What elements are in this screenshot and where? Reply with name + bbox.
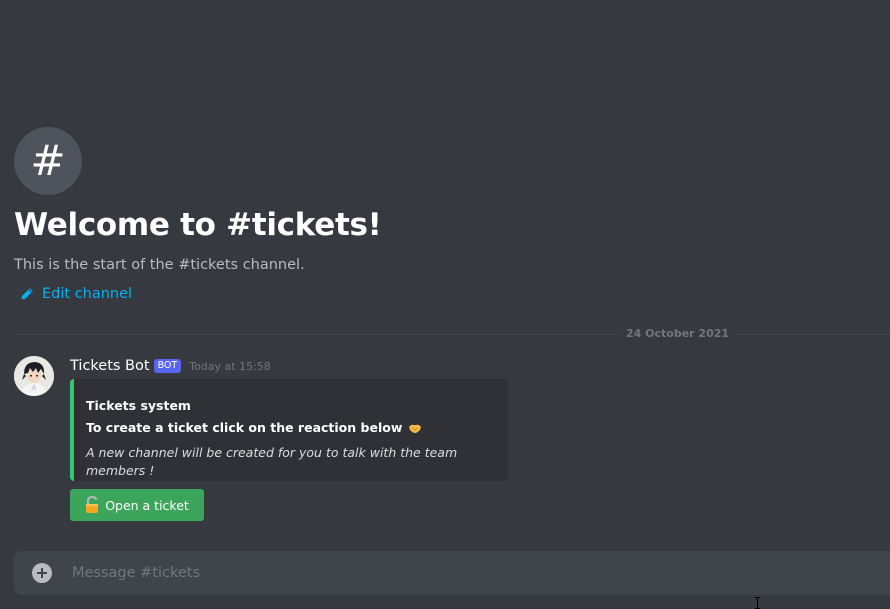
message-timestamp: Today at 15:58 xyxy=(189,359,271,373)
date-divider-label: 24 October 2021 xyxy=(620,327,736,341)
open-ticket-button[interactable]: Open a ticket xyxy=(70,489,204,521)
welcome-subtitle: This is the start of the #tickets channe… xyxy=(14,257,305,273)
date-divider xyxy=(14,334,890,335)
edit-channel-link[interactable]: Edit channel xyxy=(20,284,132,304)
welcome-title: Welcome to #tickets! xyxy=(14,207,382,243)
message-composer xyxy=(14,551,890,595)
channel-welcome: # Welcome to #tickets! This is the start… xyxy=(14,127,874,275)
hash-icon: # xyxy=(14,127,82,195)
mouse-text-cursor xyxy=(755,597,760,609)
message-embed: Tickets system To create a ticket click … xyxy=(70,379,508,481)
message-header: Tickets Bot BOT Today at 15:58 xyxy=(70,356,271,376)
embed-instruction-text: To create a ticket click on the reaction… xyxy=(86,420,403,435)
unlock-icon xyxy=(86,496,99,513)
username[interactable]: Tickets Bot xyxy=(70,358,150,374)
attach-plus-icon[interactable] xyxy=(32,563,52,583)
embed-instruction: To create a ticket click on the reaction… xyxy=(86,419,496,437)
embed-description: A new channel will be created for you to… xyxy=(86,445,458,478)
handshake-emoji-icon xyxy=(408,422,422,434)
avatar[interactable] xyxy=(14,356,54,396)
message-input[interactable] xyxy=(70,564,890,582)
pencil-icon xyxy=(21,288,33,300)
embed-title: Tickets system xyxy=(86,398,191,413)
edit-channel-label: Edit channel xyxy=(42,286,133,302)
bot-badge: BOT xyxy=(153,359,182,373)
open-ticket-label: Open a ticket xyxy=(105,497,189,513)
